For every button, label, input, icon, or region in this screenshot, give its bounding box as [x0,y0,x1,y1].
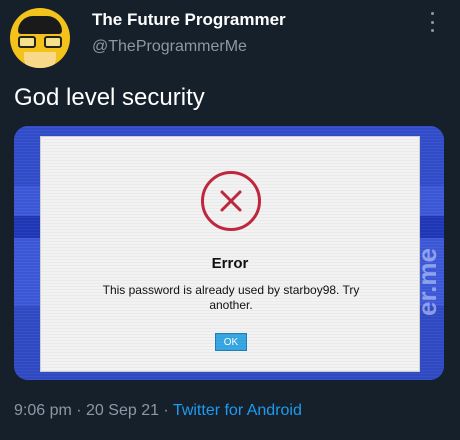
avatar[interactable] [10,8,70,68]
author-name[interactable]: The Future Programmer [92,10,286,30]
tweet-text: God level security [14,84,205,111]
error-dialog: Error This password is already used by s… [40,136,420,372]
meta-separator: · [71,402,87,419]
error-message: This password is already used by starboy… [102,283,360,312]
tweet-meta: 9:06 pm · 20 Sep 21 · Twitter for Androi… [14,402,302,420]
ok-button[interactable]: OK [215,333,247,351]
avatar-hair [18,16,62,34]
tweet-time[interactable]: 9:06 pm [14,402,72,419]
more-vertical-icon[interactable] [428,12,436,32]
tweet-source-link[interactable]: Twitter for Android [173,402,302,419]
avatar-glasses-icon [18,36,62,50]
author-handle[interactable]: @TheProgrammerMe [92,38,247,56]
avatar-face [24,52,56,68]
tweet-media[interactable]: er.me Error This password is already use… [14,126,444,380]
error-x-icon [201,171,261,231]
tweet-date[interactable]: 20 Sep 21 [86,402,159,419]
error-title: Error [211,255,249,272]
meta-separator-2: · [158,402,173,419]
